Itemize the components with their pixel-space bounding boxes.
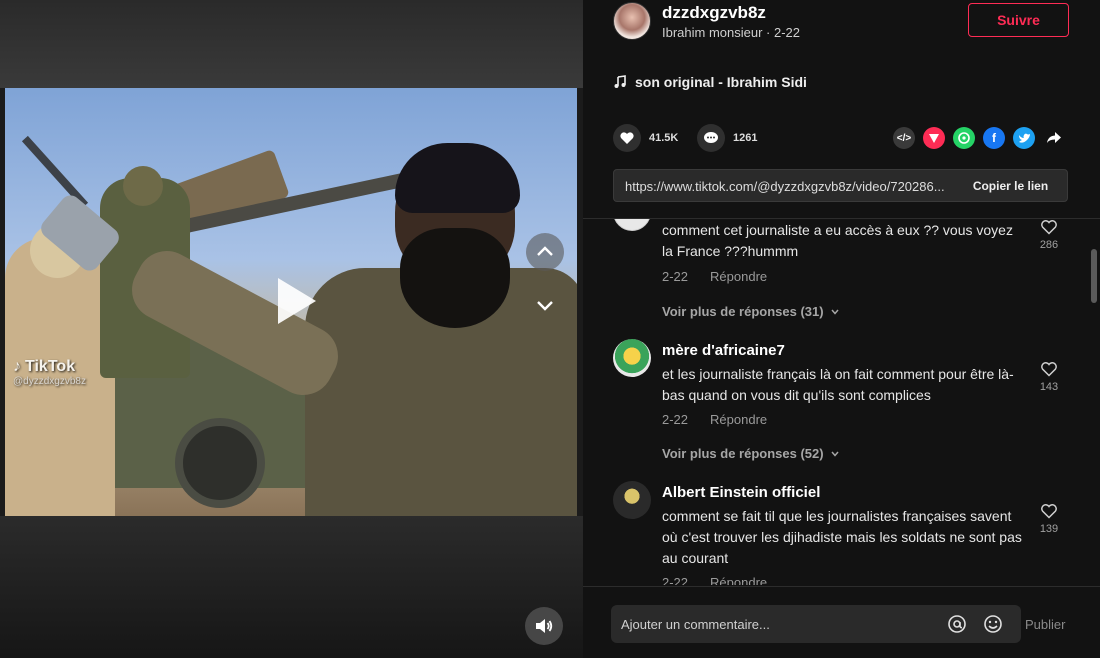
music-link[interactable]: son original - Ibrahim Sidi xyxy=(613,74,807,90)
twitter-icon[interactable] xyxy=(1013,127,1035,149)
comment-username[interactable]: mère d'africaine7 xyxy=(662,342,785,359)
heart-icon xyxy=(613,124,641,152)
comment-meta: 2-22 Répondre xyxy=(662,412,767,427)
comment-input-placeholder: Ajouter un commentaire... xyxy=(621,617,770,632)
author-subtitle: Ibrahim monsieur · 2-22 xyxy=(662,25,800,40)
beard-shape xyxy=(400,228,510,328)
like-count: 41.5K xyxy=(649,132,679,144)
author-username[interactable]: dzzdxgzvb8z xyxy=(662,3,766,23)
tiktok-watermark: ♪ TikTok @dyzzdxgzvb8z xyxy=(13,358,86,387)
comment-count: 1261 xyxy=(733,132,758,144)
heart-outline-icon xyxy=(1041,362,1057,377)
comment-input[interactable]: Ajouter un commentaire... xyxy=(611,605,1021,643)
share-link-box: https://www.tiktok.com/@dyzzdxgzvb8z/vid… xyxy=(613,169,1068,202)
comment-bubble-icon xyxy=(697,124,725,152)
more-replies-button[interactable]: Voir plus de réponses (52) xyxy=(662,446,840,461)
speaker-icon xyxy=(536,619,553,633)
whatsapp-icon[interactable] xyxy=(953,127,975,149)
comment-username[interactable]: Albert Einstein officiel xyxy=(662,484,820,501)
copy-link-button[interactable]: Copier le lien xyxy=(954,170,1067,201)
chevron-down-icon xyxy=(831,451,839,457)
volume-button[interactable] xyxy=(525,607,563,645)
actions-row: 41.5K 1261 </> f xyxy=(613,124,1069,154)
reply-button[interactable]: Répondre xyxy=(710,412,767,427)
more-replies-label: Voir plus de réponses (31) xyxy=(662,304,824,319)
stick-shape xyxy=(21,135,89,209)
next-video-button[interactable] xyxy=(526,286,564,324)
heart-outline-icon xyxy=(1041,220,1057,235)
share-arrow-icon[interactable] xyxy=(1043,127,1065,149)
play-icon[interactable] xyxy=(270,276,320,326)
emoji-icon[interactable] xyxy=(983,614,1003,634)
follow-button[interactable]: Suivre xyxy=(968,3,1069,37)
scrollbar-thumb[interactable] xyxy=(1091,249,1097,303)
comments-list[interactable]: comment cet journaliste a eu accès à eux… xyxy=(583,219,1100,585)
tiktok-logo-icon: ♪ xyxy=(13,358,21,375)
embed-icon[interactable]: </> xyxy=(893,127,915,149)
comment-like-count: 143 xyxy=(1039,381,1059,393)
like-button[interactable]: 41.5K xyxy=(613,124,678,152)
more-replies-button[interactable]: Voir plus de réponses (31) xyxy=(662,304,840,319)
facebook-icon[interactable]: f xyxy=(983,127,1005,149)
music-note-icon xyxy=(614,75,626,88)
reply-button[interactable]: Répondre xyxy=(710,269,767,284)
comment-avatar[interactable] xyxy=(613,339,651,377)
comment-like-button[interactable]: 143 xyxy=(1036,361,1062,393)
video-blur-top xyxy=(0,0,583,88)
comment-date: 2-22 xyxy=(662,412,689,427)
comment-text: comment se fait til que les journalistes… xyxy=(662,508,1022,566)
comment-date: 2-22 xyxy=(662,269,689,284)
side-panel: dzzdxgzvb8z Ibrahim monsieur · 2-22 Suiv… xyxy=(583,0,1100,658)
more-replies-label: Voir plus de réponses (52) xyxy=(662,446,824,461)
chevron-down-icon xyxy=(537,301,553,311)
send-icon[interactable] xyxy=(923,127,945,149)
comment-like-button[interactable]: 286 xyxy=(1036,219,1062,251)
comment-meta: 2-22 Répondre xyxy=(662,575,767,585)
comment-avatar[interactable] xyxy=(613,481,651,519)
heart-outline-icon xyxy=(1041,504,1057,519)
comment-count-button[interactable]: 1261 xyxy=(697,124,757,152)
previous-video-button[interactable] xyxy=(526,233,564,271)
comment-like-count: 139 xyxy=(1039,523,1059,535)
composer-divider xyxy=(583,586,1100,587)
comment-like-button[interactable]: 139 xyxy=(1036,503,1062,535)
comment-date: 2-22 xyxy=(662,575,689,585)
comments-scrollbar[interactable] xyxy=(1091,219,1097,585)
comment-text: comment cet journaliste a eu accès à eux… xyxy=(662,222,1013,259)
at-mention-icon[interactable] xyxy=(947,614,967,634)
watermark-logo-text: TikTok xyxy=(25,358,76,375)
chevron-down-icon xyxy=(831,309,839,315)
publish-button[interactable]: Publier xyxy=(1025,617,1065,632)
comment-avatar[interactable] xyxy=(613,219,651,231)
video-player[interactable]: ♪ TikTok @dyzzdxgzvb8z xyxy=(0,0,583,658)
music-label: son original - Ibrahim Sidi xyxy=(635,74,807,90)
reply-button[interactable]: Répondre xyxy=(710,575,767,585)
wheel-shape xyxy=(175,418,265,508)
comment-meta: 2-22 Répondre xyxy=(662,269,767,284)
video-blur-bottom xyxy=(0,516,583,658)
turban-shape xyxy=(395,143,520,213)
chevron-up-icon xyxy=(537,246,553,256)
watermark-username: @dyzzdxgzvb8z xyxy=(13,376,86,387)
comment-text: et les journaliste français là on fait c… xyxy=(662,366,1014,403)
share-link-url[interactable]: https://www.tiktok.com/@dyzzdxgzvb8z/vid… xyxy=(625,179,945,194)
soldier-head-shape xyxy=(123,166,163,206)
watermark-logo: ♪ TikTok xyxy=(13,358,86,376)
author-avatar[interactable] xyxy=(613,2,651,40)
comment-like-count: 286 xyxy=(1039,239,1059,251)
